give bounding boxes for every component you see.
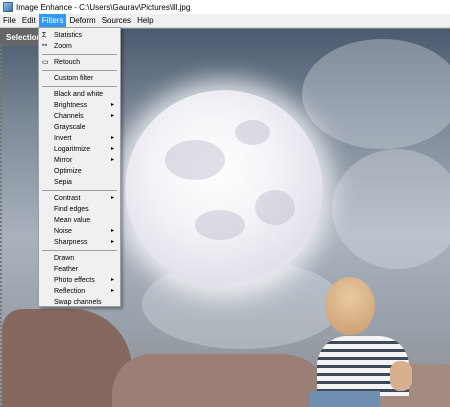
menu-item-logarithmize[interactable]: Logaritmize ▸ bbox=[39, 144, 120, 155]
menu-bar: File Edit Filters Deform Sources Help bbox=[0, 14, 450, 28]
child-jeans bbox=[310, 391, 380, 407]
menu-item-reflection[interactable]: Reflection ▸ bbox=[39, 286, 120, 297]
retouch-icon: ▭ bbox=[42, 59, 49, 66]
rock-middle bbox=[112, 354, 332, 407]
menu-filters[interactable]: Filters bbox=[38, 14, 67, 27]
menu-file[interactable]: File bbox=[0, 14, 19, 27]
menu-item-drawn[interactable]: Drawn bbox=[39, 253, 120, 264]
submenu-arrow-icon: ▸ bbox=[110, 135, 114, 141]
separator bbox=[42, 190, 117, 191]
menu-item-custom-filter[interactable]: Custom filter bbox=[39, 73, 120, 84]
menu-item-contrast[interactable]: Contrast ▸ bbox=[39, 193, 120, 204]
menu-item-retouch[interactable]: ▭ Retouch bbox=[39, 57, 120, 68]
separator bbox=[42, 86, 117, 87]
menu-edit[interactable]: Edit bbox=[19, 14, 39, 27]
menu-item-brightness[interactable]: Brightness ▸ bbox=[39, 100, 120, 111]
binoculars-icon: ⚯ bbox=[42, 43, 48, 49]
submenu-arrow-icon: ▸ bbox=[110, 113, 114, 119]
moon-crater bbox=[255, 190, 295, 225]
moon-crater bbox=[165, 140, 225, 180]
menu-item-optimize[interactable]: Optimize bbox=[39, 166, 120, 177]
cloud bbox=[302, 39, 450, 149]
submenu-arrow-icon: ▸ bbox=[110, 288, 114, 294]
menu-item-photo-effects[interactable]: Photo effects ▸ bbox=[39, 275, 120, 286]
menu-item-invert[interactable]: Invert ▸ bbox=[39, 133, 120, 144]
child-head bbox=[325, 277, 375, 335]
moon-crater bbox=[195, 210, 245, 240]
separator bbox=[42, 70, 117, 71]
menu-deform[interactable]: Deform bbox=[66, 14, 98, 27]
menu-item-find-edges[interactable]: Find edges bbox=[39, 204, 120, 215]
app-icon bbox=[3, 2, 13, 12]
child-arm bbox=[390, 361, 412, 391]
separator bbox=[42, 250, 117, 251]
submenu-arrow-icon: ▸ bbox=[110, 228, 114, 234]
filters-dropdown: Σ Statistics ⚯ Zoom ▭ Retouch Custom fil… bbox=[38, 27, 121, 307]
menu-item-statistics[interactable]: Σ Statistics bbox=[39, 30, 120, 41]
menu-item-sharpness[interactable]: Sharpness ▸ bbox=[39, 237, 120, 248]
title-bar: Image Enhance - C:\Users\Gaurav\Pictures… bbox=[0, 0, 450, 14]
menu-item-mirror[interactable]: Mirror ▸ bbox=[39, 155, 120, 166]
moon bbox=[125, 90, 323, 288]
menu-item-sepia[interactable]: Sepia bbox=[39, 177, 120, 188]
menu-item-feather[interactable]: Feather bbox=[39, 264, 120, 275]
submenu-arrow-icon: ▸ bbox=[110, 102, 114, 108]
submenu-arrow-icon: ▸ bbox=[110, 146, 114, 152]
menu-help[interactable]: Help bbox=[134, 14, 156, 27]
menu-item-channels[interactable]: Channels ▸ bbox=[39, 111, 120, 122]
selection-tab[interactable]: Selection bbox=[0, 28, 42, 46]
submenu-arrow-icon: ▸ bbox=[110, 157, 114, 163]
submenu-arrow-icon: ▸ bbox=[110, 195, 114, 201]
menu-item-black-and-white[interactable]: Black and white bbox=[39, 89, 120, 100]
cloud bbox=[332, 149, 450, 269]
menu-item-zoom[interactable]: ⚯ Zoom bbox=[39, 41, 120, 52]
menu-sources[interactable]: Sources bbox=[99, 14, 134, 27]
menu-item-swap-channels[interactable]: Swap channels bbox=[39, 297, 120, 308]
submenu-arrow-icon: ▸ bbox=[110, 239, 114, 245]
window-title: Image Enhance - C:\Users\Gaurav\Pictures… bbox=[16, 2, 191, 12]
submenu-arrow-icon: ▸ bbox=[110, 277, 114, 283]
menu-item-mean-value[interactable]: Mean value bbox=[39, 215, 120, 226]
sigma-icon: Σ bbox=[42, 32, 47, 39]
moon-crater bbox=[235, 120, 270, 145]
menu-item-noise[interactable]: Noise ▸ bbox=[39, 226, 120, 237]
separator bbox=[42, 54, 117, 55]
menu-item-grayscale[interactable]: Grayscale bbox=[39, 122, 120, 133]
